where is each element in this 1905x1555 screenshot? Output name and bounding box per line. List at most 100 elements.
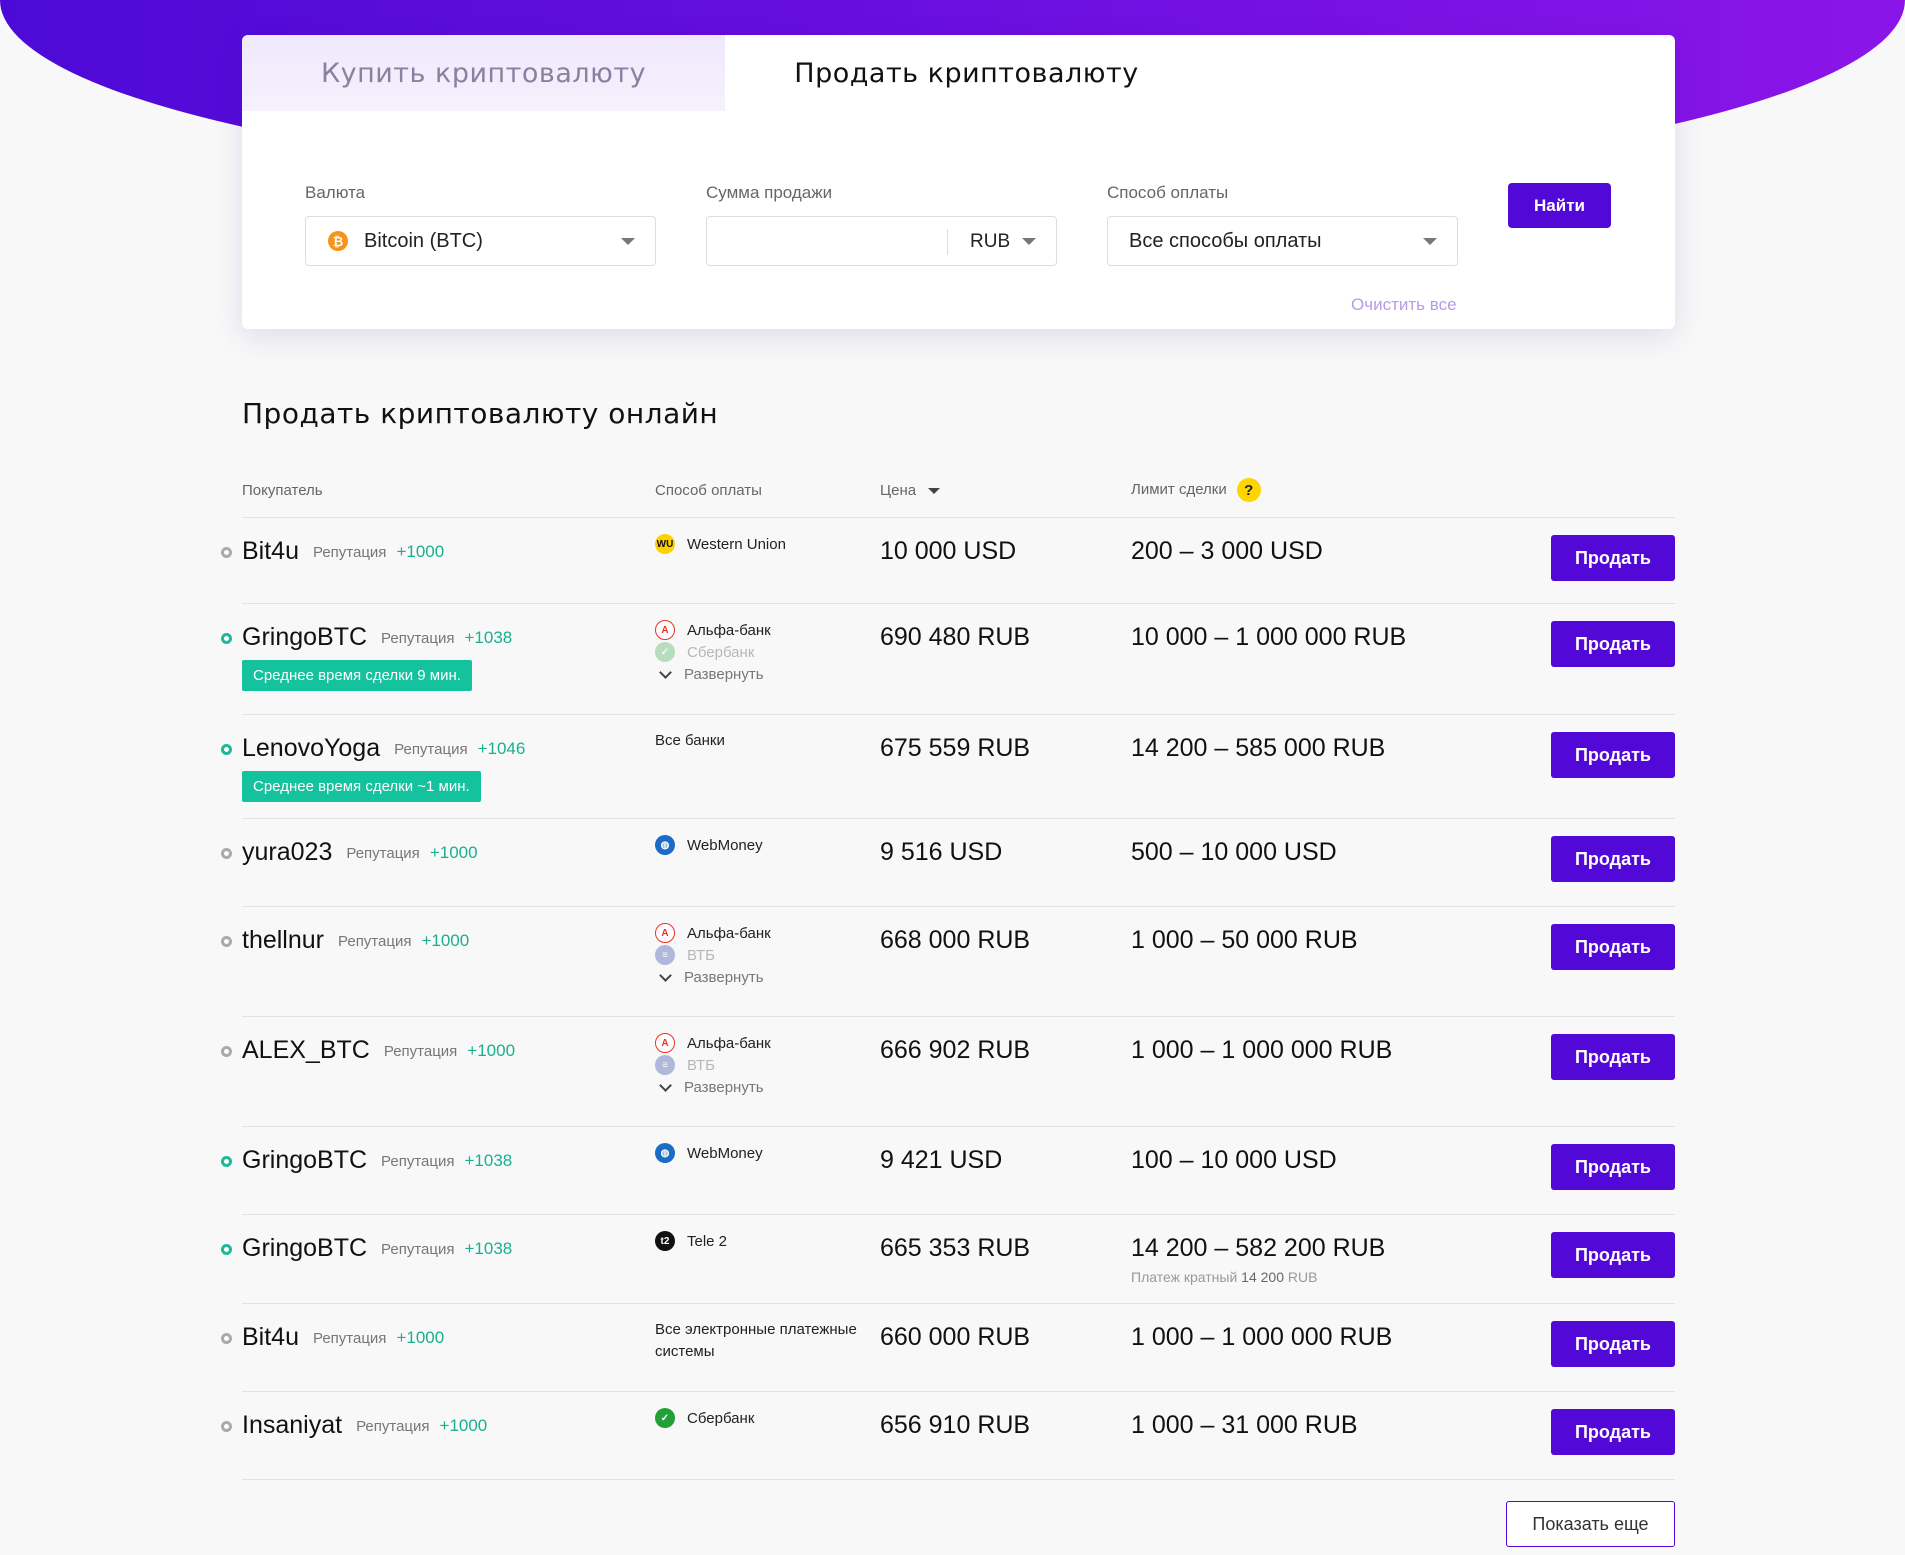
offline-status-icon: [221, 1333, 232, 1344]
chevron-down-icon: [1423, 238, 1437, 245]
sell-button[interactable]: Продать: [1551, 732, 1675, 778]
reputation-value: +1000: [421, 931, 470, 951]
offline-status-icon: [221, 848, 232, 859]
sell-button[interactable]: Продать: [1551, 836, 1675, 882]
limit-note-amount: 14 200: [1241, 1269, 1284, 1285]
buyer-name[interactable]: LenovoYoga: [242, 734, 380, 762]
section-title: Продать криптовалюту онлайн: [242, 397, 719, 430]
buyer-name[interactable]: GringoBTC: [242, 1146, 367, 1174]
currency-select[interactable]: ₿ Bitcoin (BTC): [305, 216, 656, 266]
sell-button[interactable]: Продать: [1551, 1409, 1675, 1455]
buyer-name[interactable]: GringoBTC: [242, 1234, 367, 1262]
payment-value: Все способы оплаты: [1129, 229, 1322, 252]
payment-method: ≡ ВТБ: [655, 944, 771, 966]
payment-method: ≡ ВТБ: [655, 1054, 771, 1076]
price-value: 660 000 RUB: [880, 1323, 1031, 1351]
buyer-cell: yura023 Репутация +1000: [242, 838, 478, 867]
payment-method: A Альфа-банк: [655, 619, 771, 641]
find-button[interactable]: Найти: [1508, 183, 1611, 228]
reputation-value: +1000: [429, 843, 478, 863]
buyer-cell: Bit4u Репутация +1000: [242, 1323, 444, 1352]
limit-value: 1 000 – 1 000 000 RUB: [1131, 1323, 1393, 1351]
sell-button[interactable]: Продать: [1551, 1321, 1675, 1367]
expand-payments-link[interactable]: Развернуть: [655, 1076, 771, 1098]
payment-cell: A Альфа-банк ✓ Сбербанк Развернуть: [655, 619, 771, 685]
tab-buy[interactable]: Купить криптовалюту: [242, 35, 725, 111]
table-row: thellnur Репутация +1000 A Альфа-банк ≡ ВТБ Раз…: [221, 907, 1675, 1017]
payment-label: Способ оплаты: [1107, 183, 1229, 202]
sell-button[interactable]: Продать: [1551, 924, 1675, 970]
buyer-name[interactable]: Bit4u: [242, 537, 299, 565]
reputation-label: Репутация: [312, 1329, 387, 1347]
sell-button[interactable]: Продать: [1551, 1034, 1675, 1080]
tab-sell[interactable]: Продать криптовалюту: [725, 35, 1208, 111]
buyer-cell: GringoBTC Репутация +1038: [242, 623, 512, 652]
payment-method-label: WebMoney: [687, 836, 763, 854]
chevron-down-icon: [659, 1078, 672, 1092]
table-row: GringoBTC Репутация +1038 ◍ WebMoney 9 421 US…: [221, 1127, 1675, 1215]
online-status-icon: [221, 744, 232, 755]
sberbank-icon: ✓: [655, 642, 675, 662]
limit-value: 14 200 – 585 000 RUB: [1131, 734, 1386, 762]
payment-select[interactable]: Все способы оплаты: [1107, 216, 1458, 266]
table-row: Bit4u Репутация +1000 WU Western Union 10 000…: [221, 518, 1675, 604]
sell-button[interactable]: Продать: [1551, 535, 1675, 581]
western-union-icon: WU: [655, 534, 675, 554]
table-row: ALEX_BTC Репутация +1000 A Альфа-банк ≡ ВТБ Раз…: [221, 1017, 1675, 1127]
limit-value: 1 000 – 31 000 RUB: [1131, 1411, 1358, 1439]
offline-status-icon: [221, 1046, 232, 1057]
buyer-cell: Bit4u Репутация +1000: [242, 537, 444, 566]
table-row: Bit4u Репутация +1000 Все электронные плате…: [221, 1304, 1675, 1392]
header-price-sort[interactable]: Цена: [880, 482, 941, 499]
buyer-cell: GringoBTC Репутация +1038: [242, 1146, 512, 1175]
table-row: Insaniyat Репутация +1000 ✓ Сбербанк 656 910 …: [221, 1392, 1675, 1480]
limit-note: Платеж кратный 14 200 RUB: [1131, 1269, 1317, 1285]
expand-label: Развернуть: [684, 968, 764, 986]
table-header: Покупатель Способ оплаты Цена Лимит сдел…: [242, 478, 1675, 518]
limit-value: 500 – 10 000 USD: [1131, 838, 1337, 866]
buyer-name[interactable]: yura023: [242, 838, 332, 866]
payment-method-label: Альфа-банк: [687, 621, 771, 639]
amount-input[interactable]: [721, 221, 961, 261]
amount-currency-select[interactable]: RUB: [970, 231, 1010, 253]
payment-method-label: WebMoney: [687, 1144, 763, 1162]
buyer-name[interactable]: ALEX_BTC: [242, 1036, 370, 1064]
price-value: 690 480 RUB: [880, 623, 1031, 651]
help-icon[interactable]: ?: [1236, 478, 1261, 502]
buyer-cell: GringoBTC Репутация +1038: [242, 1234, 512, 1263]
price-value: 668 000 RUB: [880, 926, 1031, 954]
webmoney-icon: ◍: [655, 1143, 675, 1163]
expand-payments-link[interactable]: Развернуть: [655, 966, 771, 988]
expand-label: Развернуть: [684, 665, 764, 683]
payment-method-label: Альфа-банк: [687, 1034, 771, 1052]
amount-label: Сумма продажи: [706, 183, 833, 202]
clear-all-link[interactable]: Очистить все: [1351, 295, 1457, 315]
buyer-name[interactable]: thellnur: [242, 926, 324, 954]
header-buyer: Покупатель: [242, 482, 323, 499]
payment-method-label: Сбербанк: [687, 1409, 755, 1427]
price-value: 675 559 RUB: [880, 734, 1031, 762]
reputation-value: +1000: [467, 1041, 516, 1061]
reputation-value: +1038: [464, 1151, 513, 1171]
limit-value: 10 000 – 1 000 000 RUB: [1131, 623, 1407, 651]
buyer-cell: Insaniyat Репутация +1000: [242, 1411, 487, 1440]
buyer-name[interactable]: GringoBTC: [242, 623, 367, 651]
sell-button[interactable]: Продать: [1551, 1232, 1675, 1278]
buyer-name[interactable]: Insaniyat: [242, 1411, 342, 1439]
buyer-name[interactable]: Bit4u: [242, 1323, 299, 1351]
sell-button[interactable]: Продать: [1551, 1144, 1675, 1190]
tab-bar: Купить криптовалюту Продать криптовалюту: [242, 35, 1675, 111]
sell-button[interactable]: Продать: [1551, 621, 1675, 667]
show-more-button[interactable]: Показать еще: [1506, 1501, 1675, 1547]
expand-payments-link[interactable]: Развернуть: [655, 663, 771, 685]
payment-method-label: Все электронные платежные системы: [655, 1321, 857, 1360]
alfa-bank-icon: A: [655, 1033, 675, 1053]
header-limit-label: Лимит сделки: [1131, 480, 1227, 498]
payment-cell: ◍ WebMoney: [655, 834, 763, 856]
table-row: LenovoYoga Репутация +1046 Среднее время сд…: [221, 715, 1675, 819]
reputation-value: +1038: [464, 628, 513, 648]
reputation-value: +1038: [464, 1239, 513, 1259]
expand-label: Развернуть: [684, 1078, 764, 1096]
payment-cell: ✓ Сбербанк: [655, 1407, 754, 1429]
price-value: 9 516 USD: [880, 838, 1003, 866]
